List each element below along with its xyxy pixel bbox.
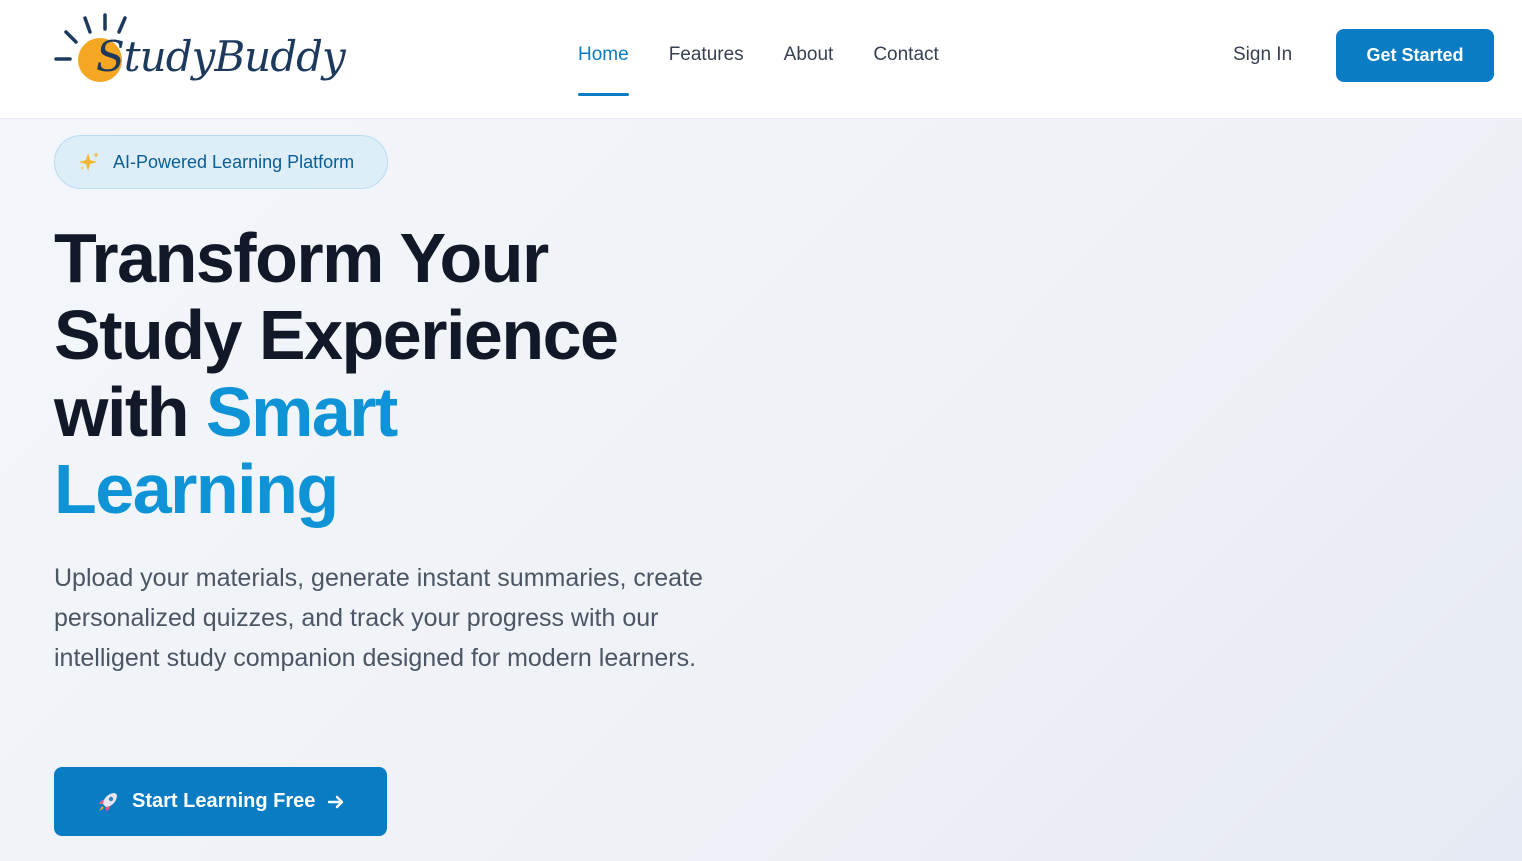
logo-wordmark: StudyBuddy (96, 32, 346, 81)
badge-label: AI-Powered Learning Platform (113, 151, 355, 172)
main-nav: Home Features About Contact (578, 44, 939, 100)
start-learning-label: Start Learning Free (132, 790, 316, 812)
headline-line-2: Study Experience (54, 296, 619, 374)
studybuddy-logo[interactable]: StudyBuddy (52, 10, 346, 105)
nav-item-home[interactable]: Home (578, 44, 629, 96)
nav-item-about[interactable]: About (784, 44, 834, 96)
ai-platform-badge: AI-Powered Learning Platform (54, 135, 388, 189)
headline-accent-smart: Smart (205, 373, 398, 451)
sparkles-icon (79, 152, 99, 171)
nav-item-contact[interactable]: Contact (873, 44, 938, 96)
headline-line-3: with (54, 373, 206, 451)
nav-item-features[interactable]: Features (669, 44, 744, 96)
headline-accent-learning: Learning (54, 450, 339, 528)
get-started-button[interactable]: Get Started (1336, 29, 1494, 82)
sign-in-link[interactable]: Sign In (1233, 44, 1292, 66)
hero-description: Upload your materials, generate instant … (54, 564, 703, 672)
arrow-right-icon (328, 795, 344, 808)
site-header: StudyBuddy Home Features About Contact S… (0, 0, 1522, 119)
start-learning-button[interactable]: Start Learning Free (54, 767, 387, 836)
headline-line-1: Transform Your (54, 219, 549, 297)
rocket-icon (99, 792, 117, 811)
hero-headline: Transform Your Study Experience with Sma… (54, 220, 754, 528)
